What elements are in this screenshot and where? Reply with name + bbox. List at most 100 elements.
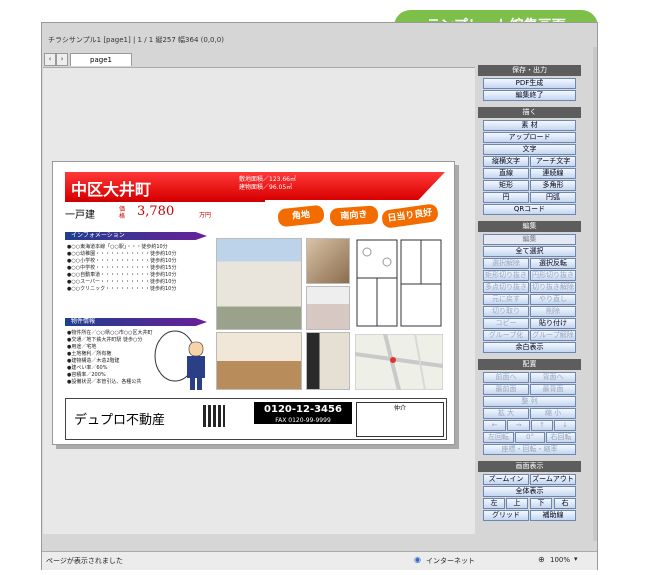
- status-bar: ページが表示されました ◉ インターネット ⊕ 100% ▾: [42, 551, 597, 570]
- chevron-right-icon: ›: [60, 55, 64, 63]
- tag-corner-lot[interactable]: 角地: [276, 203, 326, 229]
- globe-icon: ◉: [414, 555, 421, 564]
- poly-cut-button[interactable]: 多点切り抜き: [483, 282, 529, 293]
- price-label: 価格: [119, 206, 126, 220]
- contact-block: 0120-12-3456 FAX 0120-99-9999: [234, 401, 352, 437]
- tab-page1[interactable]: page1: [70, 53, 132, 66]
- upload-button[interactable]: アップロード: [483, 132, 576, 143]
- bathroom-photo[interactable]: [306, 286, 350, 330]
- shrink-button[interactable]: 縮 小: [530, 408, 576, 419]
- section-draw: 描く: [478, 107, 581, 118]
- info-line: ●○○幼稚園・・・・・・・・・・・徒歩約10分: [67, 251, 177, 257]
- paste-button[interactable]: 貼り付け: [530, 318, 576, 329]
- down-arrow-button[interactable]: ↓: [554, 420, 576, 431]
- window-title: チラシサンプル1 [page1] | 1 / 1 縦257 幅364 (0,0,…: [48, 36, 224, 44]
- rect-button[interactable]: 矩形: [483, 180, 529, 191]
- line-button[interactable]: 直線: [483, 168, 529, 179]
- vertical-scrollbar[interactable]: [593, 47, 597, 541]
- up-arrow-button[interactable]: ↑: [531, 420, 553, 431]
- detail-section-header[interactable]: 物件情報: [65, 318, 207, 326]
- info-line: ●○○小学校・・・・・・・・・・・徒歩約10分: [67, 258, 177, 264]
- price-unit: 万円: [199, 212, 212, 219]
- redo-button[interactable]: やり直し: [530, 294, 576, 305]
- send-backward-button[interactable]: 背面へ: [530, 372, 576, 383]
- zoom-out-button[interactable]: ズームアウト: [530, 474, 576, 485]
- select-all-button[interactable]: 全て選択: [483, 246, 576, 257]
- info-list[interactable]: ●○○東海道本線「○○駅」・・・徒歩約10分 ●○○幼稚園・・・・・・・・・・・…: [67, 244, 217, 293]
- living-room-photo[interactable]: [216, 332, 302, 390]
- group-button[interactable]: グループ化: [483, 330, 529, 341]
- fit-view-button[interactable]: 全体表示: [483, 486, 576, 497]
- left-arrow-button[interactable]: ←: [483, 420, 506, 431]
- circle-cut-button[interactable]: 円形切り抜き: [530, 270, 576, 281]
- tag-sunny[interactable]: 日当り良好: [379, 202, 441, 230]
- rotate-left-button[interactable]: 左回転: [483, 432, 514, 443]
- pan-down-button[interactable]: 下: [530, 498, 552, 509]
- arch-text-button[interactable]: アーチ文字: [530, 156, 576, 167]
- area-map[interactable]: [355, 334, 443, 390]
- zoom-icon: ⊕: [538, 555, 545, 564]
- align-button[interactable]: 整 列: [483, 396, 576, 407]
- right-arrow-button[interactable]: →: [507, 420, 530, 431]
- deselect-button[interactable]: 選択解除: [483, 258, 529, 269]
- qrcode-button[interactable]: QRコード: [483, 204, 576, 215]
- grid-button[interactable]: グリッド: [483, 510, 529, 521]
- bring-forward-button[interactable]: 前面へ: [483, 372, 529, 383]
- status-text: ページが表示されました: [46, 557, 123, 565]
- status-zoom[interactable]: 100%: [550, 556, 570, 564]
- delete-button[interactable]: 削除: [530, 306, 576, 317]
- floor-plan[interactable]: [355, 238, 443, 328]
- guides-button[interactable]: 補助線: [530, 510, 576, 521]
- polyline-button[interactable]: 連続線: [530, 168, 576, 179]
- pdf-button[interactable]: PDF生成: [483, 78, 576, 89]
- coords-button[interactable]: 座標・回転・縮率: [483, 444, 576, 455]
- flyer-page[interactable]: 中区大井町 敷地面積／123.66㎡ 建物面積／96.05㎡ 一戸建 価格 3,…: [52, 161, 455, 445]
- price-value[interactable]: 3,780: [137, 204, 174, 219]
- rotate-right-button[interactable]: 右回転: [546, 432, 576, 443]
- copy-button[interactable]: コピー: [483, 318, 529, 329]
- send-back-button[interactable]: 最背面: [530, 384, 576, 395]
- end-edit-button[interactable]: 編集終了: [483, 90, 576, 101]
- house-type[interactable]: 一戸建: [65, 206, 95, 221]
- company-footer[interactable]: デュプロ不動産 0120-12-3456 FAX 0120-99-9999 仲介: [65, 398, 447, 440]
- prev-page-button[interactable]: ‹: [44, 53, 56, 66]
- house-exterior-photo[interactable]: [216, 238, 302, 330]
- rect-cut-button[interactable]: 矩形切り抜き: [483, 270, 529, 281]
- area-info[interactable]: 敷地面積／123.66㎡ 建物面積／96.05㎡: [239, 176, 296, 192]
- rotate-zero-button[interactable]: 0°: [515, 432, 545, 443]
- edit-label: 編集: [483, 234, 576, 245]
- flyer-town-name[interactable]: 中区大井町: [71, 176, 151, 200]
- ungroup-button[interactable]: グループ解除: [530, 330, 576, 341]
- pan-up-button[interactable]: 上: [506, 498, 528, 509]
- margin-show-button[interactable]: 余白表示: [483, 342, 576, 353]
- tag-south-facing[interactable]: 南向き: [328, 204, 380, 228]
- info-line: ●○○東海道本線「○○駅」・・・徒歩約10分: [67, 244, 168, 250]
- bring-front-button[interactable]: 最前面: [483, 384, 529, 395]
- chevron-down-icon[interactable]: ▾: [574, 555, 578, 563]
- text-button[interactable]: 文字: [483, 144, 576, 155]
- info-line: ●○○スーパー・・・・・・・・・・徒歩約10分: [67, 279, 177, 285]
- circle-button[interactable]: 円: [483, 192, 529, 203]
- building-area: 建物面積／96.05㎡: [239, 184, 293, 191]
- arc-button[interactable]: 円弧: [530, 192, 576, 203]
- undo-button[interactable]: 元に戻す: [483, 294, 529, 305]
- enlarge-button[interactable]: 拡 大: [483, 408, 529, 419]
- info-line: ●○○自動車道・・・・・・・・・・徒歩約10分: [67, 272, 177, 278]
- pan-right-button[interactable]: 右: [554, 498, 576, 509]
- broker-box: 仲介: [356, 402, 444, 437]
- stairs-photo[interactable]: [306, 238, 350, 284]
- polygon-button[interactable]: 多角形: [530, 180, 576, 191]
- interior-door-photo[interactable]: [306, 332, 350, 390]
- material-button[interactable]: 素 材: [483, 120, 576, 131]
- qr-code-icon: [203, 405, 225, 427]
- info-section-header[interactable]: インフォメーション: [65, 232, 207, 240]
- cut-button[interactable]: 切り取り: [483, 306, 529, 317]
- invert-select-button[interactable]: 選択反転: [530, 258, 576, 269]
- editor-canvas[interactable]: 中区大井町 敷地面積／123.66㎡ 建物面積／96.05㎡ 一戸建 価格 3,…: [43, 67, 475, 534]
- speech-bubble-illustration[interactable]: [153, 330, 215, 392]
- pan-left-button[interactable]: 左: [483, 498, 505, 509]
- next-page-button[interactable]: ›: [56, 53, 68, 66]
- cut-release-button[interactable]: 切り抜き解除: [530, 282, 576, 293]
- vertical-text-button[interactable]: 縦横文字: [483, 156, 529, 167]
- zoom-in-button[interactable]: ズームイン: [483, 474, 529, 485]
